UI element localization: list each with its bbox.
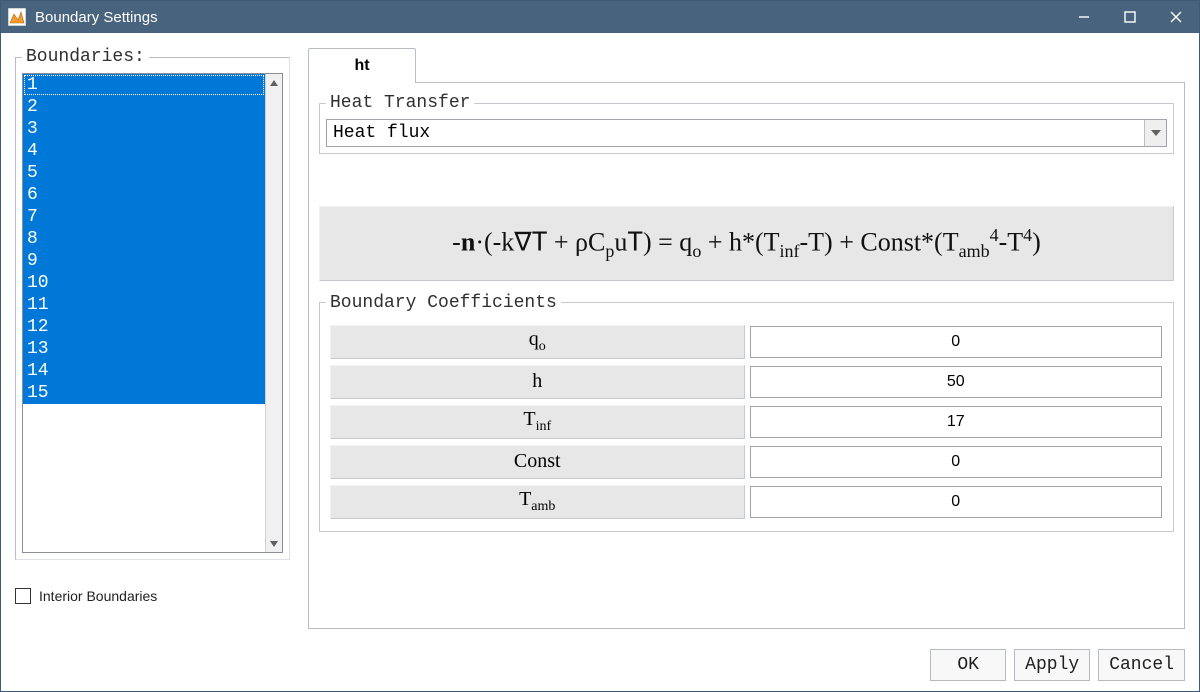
coefficient-label-q_o: qo bbox=[330, 325, 745, 359]
boundary-coefficients-legend: Boundary Coefficients bbox=[326, 293, 561, 313]
boundary-list-item[interactable]: 12 bbox=[23, 316, 265, 338]
interior-boundaries-checkbox[interactable]: Interior Boundaries bbox=[15, 588, 290, 604]
boundary-list-item[interactable]: 15 bbox=[23, 382, 265, 404]
scroll-up-icon[interactable] bbox=[266, 74, 282, 91]
boundary-list-item[interactable]: 10 bbox=[23, 272, 265, 294]
minimize-button[interactable] bbox=[1061, 1, 1107, 33]
app-icon bbox=[1, 1, 33, 33]
coefficient-row: Const bbox=[330, 445, 1163, 479]
boundary-condition-value: Heat flux bbox=[327, 120, 1144, 146]
tab-ht[interactable]: ht bbox=[308, 48, 416, 83]
coefficient-row: qo bbox=[330, 325, 1163, 359]
boundary-list-item[interactable]: 3 bbox=[23, 118, 265, 140]
boundary-list-item[interactable]: 8 bbox=[23, 228, 265, 250]
boundary-list-item[interactable]: 13 bbox=[23, 338, 265, 360]
cancel-button[interactable]: Cancel bbox=[1098, 649, 1185, 681]
close-button[interactable] bbox=[1153, 1, 1199, 33]
coefficient-input-T_inf[interactable] bbox=[750, 406, 1163, 438]
boundaries-group: Boundaries: 123456789101112131415 bbox=[15, 47, 290, 560]
boundary-list-item[interactable]: 4 bbox=[23, 140, 265, 162]
coefficient-input-q_o[interactable] bbox=[750, 326, 1163, 358]
checkbox-icon bbox=[15, 588, 31, 604]
window-title: Boundary Settings bbox=[33, 9, 158, 26]
boundary-list-item[interactable]: 5 bbox=[23, 162, 265, 184]
boundaries-legend: Boundaries: bbox=[22, 47, 149, 67]
boundary-coefficients-group: Boundary Coefficients qo h Tinf Const Tamb bbox=[319, 293, 1174, 532]
coefficient-row: Tinf bbox=[330, 405, 1163, 439]
coefficient-label-Const: Const bbox=[330, 445, 745, 479]
coefficient-label-h: h bbox=[330, 365, 745, 399]
boundary-list-item[interactable]: 2 bbox=[23, 96, 265, 118]
coefficient-label-T_inf: Tinf bbox=[330, 405, 745, 439]
apply-button[interactable]: Apply bbox=[1014, 649, 1090, 681]
boundary-list-item[interactable]: 14 bbox=[23, 360, 265, 382]
coefficient-row: Tamb bbox=[330, 485, 1163, 519]
boundary-condition-select[interactable]: Heat flux bbox=[326, 119, 1167, 147]
boundary-list-item[interactable]: 7 bbox=[23, 206, 265, 228]
coefficient-label-T_amb: Tamb bbox=[330, 485, 745, 519]
ok-button[interactable]: OK bbox=[930, 649, 1006, 681]
coefficient-input-T_amb[interactable] bbox=[750, 486, 1163, 518]
titlebar: Boundary Settings bbox=[1, 1, 1199, 33]
interior-boundaries-label: Interior Boundaries bbox=[39, 588, 157, 604]
coefficient-input-Const[interactable] bbox=[750, 446, 1163, 478]
scroll-down-icon[interactable] bbox=[266, 535, 282, 552]
chevron-down-icon bbox=[1144, 120, 1166, 146]
boundary-list-item[interactable]: 1 bbox=[23, 74, 265, 96]
boundaries-listbox[interactable]: 123456789101112131415 bbox=[23, 74, 265, 552]
equation-display: -n·(-k∇T + ρCpuT) = qo + h*(Tinf-T) + Co… bbox=[319, 206, 1174, 281]
maximize-button[interactable] bbox=[1107, 1, 1153, 33]
listbox-scrollbar[interactable] bbox=[265, 74, 282, 552]
boundary-list-item[interactable]: 11 bbox=[23, 294, 265, 316]
heat-transfer-legend: Heat Transfer bbox=[326, 93, 474, 113]
coefficient-row: h bbox=[330, 365, 1163, 399]
tab-body: Heat Transfer Heat flux -n·(-k∇T + ρCpuT… bbox=[308, 82, 1185, 629]
boundary-list-item[interactable]: 9 bbox=[23, 250, 265, 272]
coefficient-input-h[interactable] bbox=[750, 366, 1163, 398]
heat-transfer-group: Heat Transfer Heat flux bbox=[319, 93, 1174, 154]
boundary-list-item[interactable]: 6 bbox=[23, 184, 265, 206]
